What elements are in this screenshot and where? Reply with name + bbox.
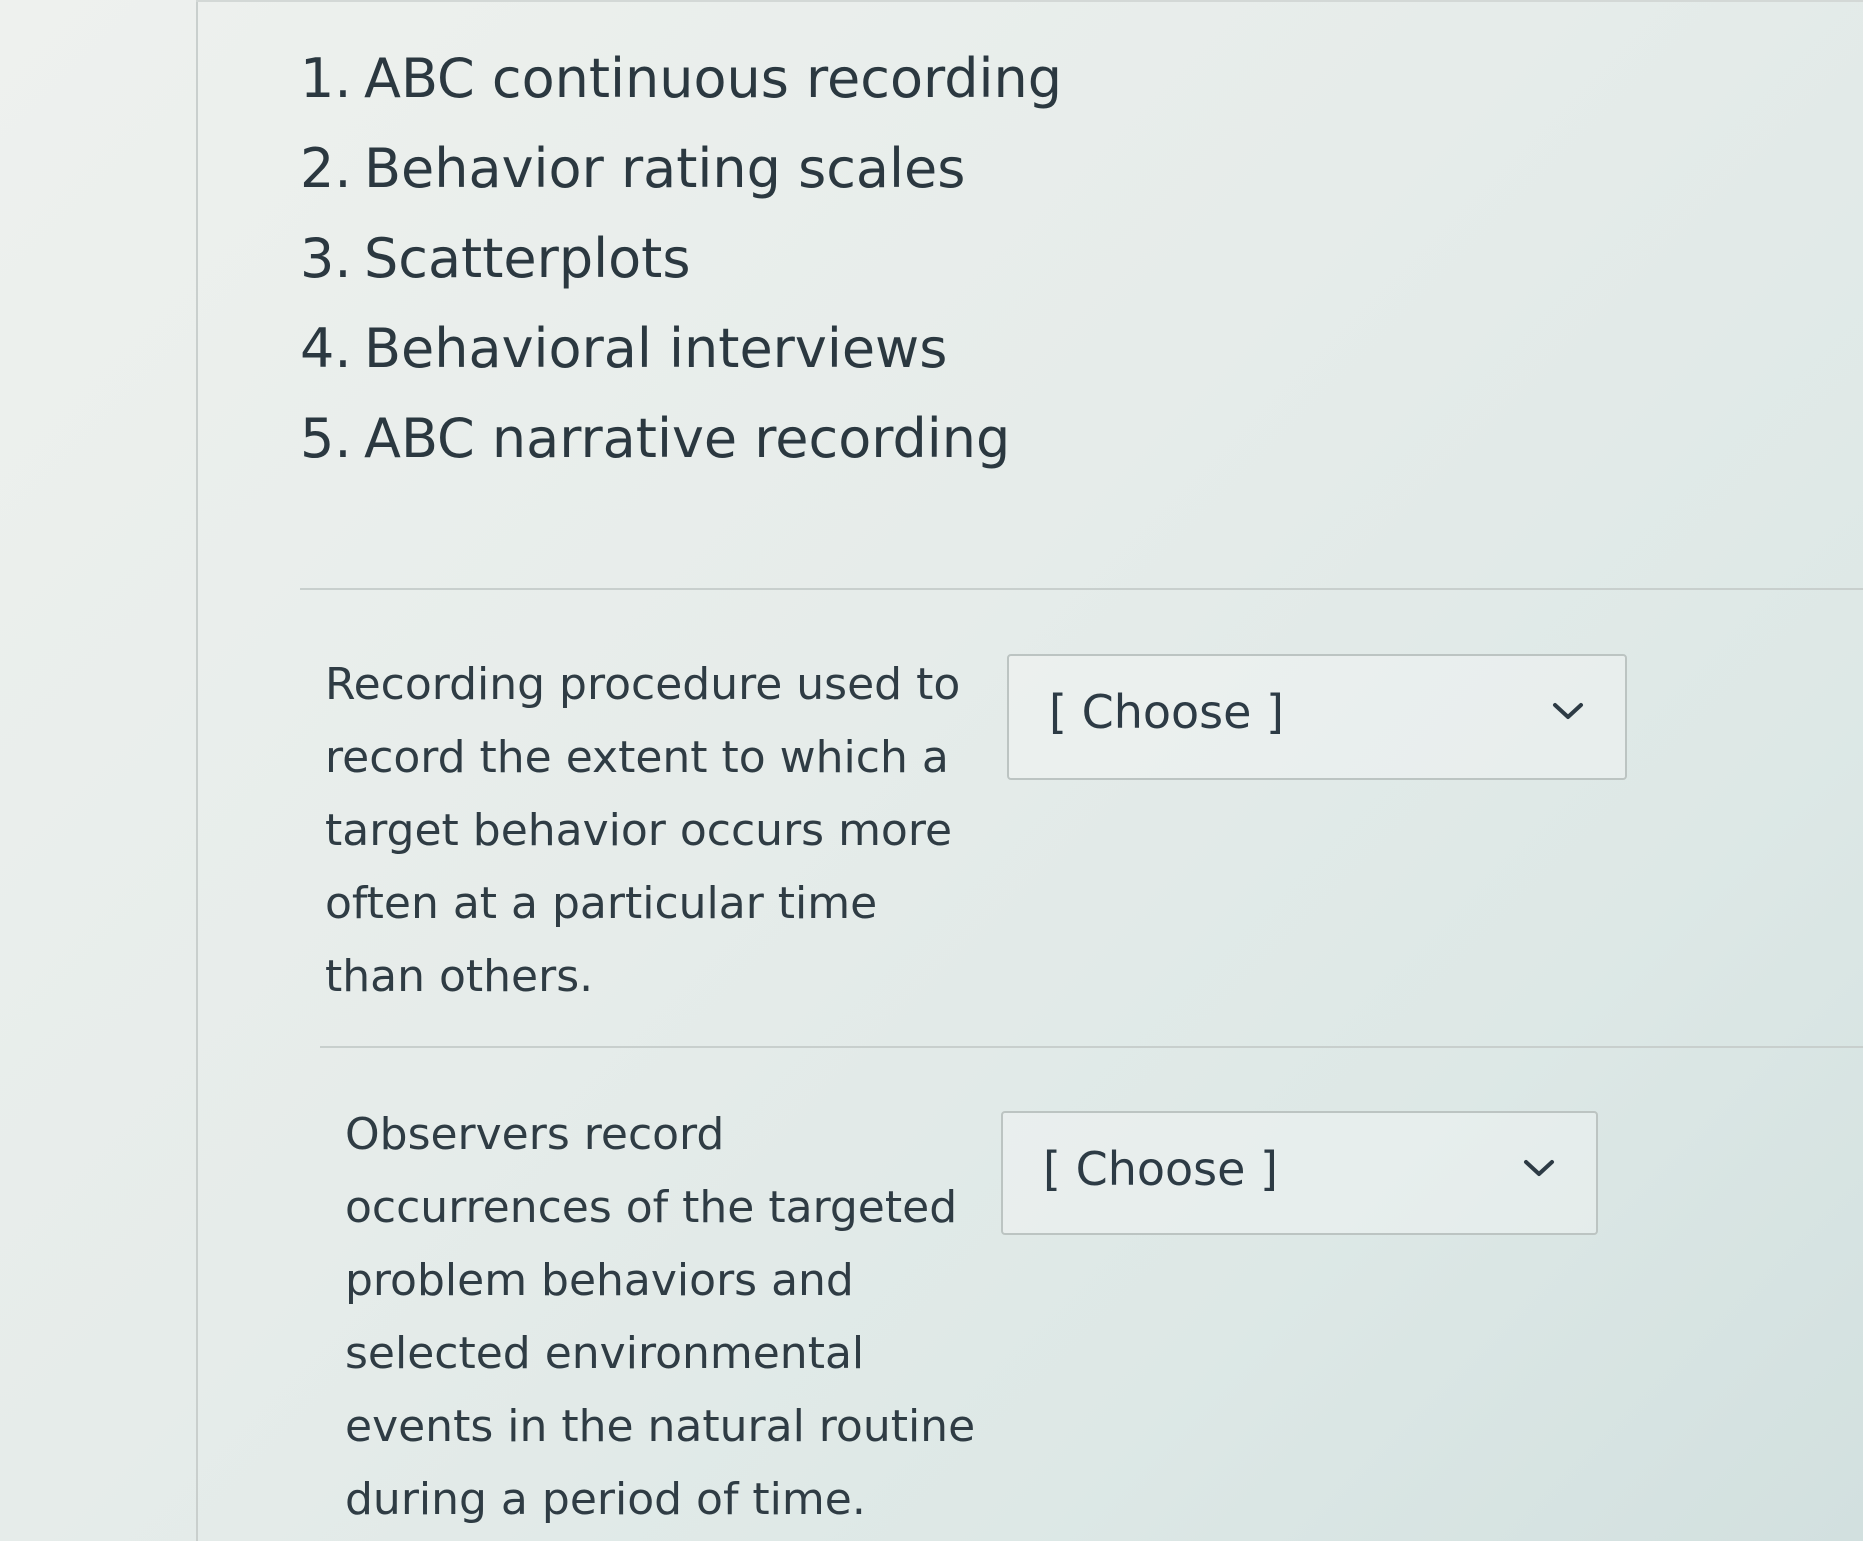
chevron-down-icon — [1524, 1160, 1554, 1176]
question-prompt-1: Recording procedure used to record the e… — [325, 659, 961, 1002]
answer-select-2[interactable]: [ Choose ] — [1001, 1111, 1598, 1235]
content-left-border — [196, 0, 198, 1541]
list-item-label: Behavior rating scales — [364, 137, 966, 200]
content-top-border — [196, 0, 1863, 2]
list-item-label: Scatterplots — [364, 227, 691, 290]
list-item-label: ABC narrative recording — [364, 407, 1011, 470]
list-item: 3. Scatterplots — [300, 214, 1062, 304]
question-prompt-2: Observers record occurrences of the targ… — [345, 1109, 976, 1525]
list-item-number: 2. — [300, 137, 352, 200]
list-item-label: ABC continuous recording — [364, 47, 1063, 110]
list-item-number: 4. — [300, 317, 352, 380]
chevron-down-icon — [1553, 703, 1583, 719]
section-divider — [320, 1046, 1863, 1048]
list-item-label: Behavioral interviews — [364, 317, 948, 380]
list-item: 1. ABC continuous recording — [300, 34, 1062, 124]
select-value: [ Choose ] — [1049, 685, 1284, 739]
list-item: 2. Behavior rating scales — [300, 124, 1062, 214]
select-value: [ Choose ] — [1043, 1142, 1278, 1196]
section-divider — [300, 588, 1863, 590]
answer-bank-list: 1. ABC continuous recording 2. Behavior … — [300, 34, 1062, 484]
list-item-number: 5. — [300, 407, 352, 470]
list-item-number: 3. — [300, 227, 352, 290]
list-item: 4. Behavioral interviews — [300, 304, 1062, 394]
list-item-number: 1. — [300, 47, 352, 110]
answer-select-1[interactable]: [ Choose ] — [1007, 654, 1627, 780]
list-item: 5. ABC narrative recording — [300, 394, 1062, 484]
